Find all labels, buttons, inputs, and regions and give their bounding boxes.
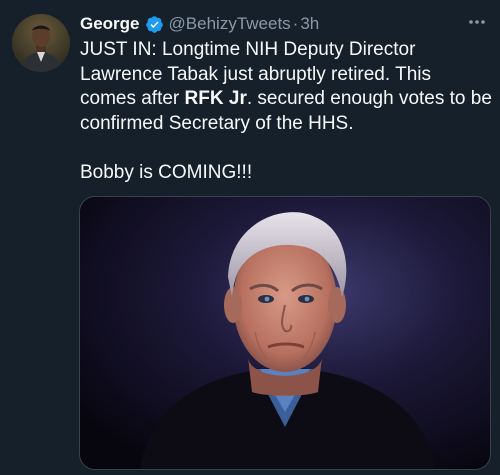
- tweet-header: George @BehizyTweets · 3h: [80, 12, 488, 36]
- author-name[interactable]: George: [80, 14, 140, 34]
- tweet-paragraph: Bobby is COMING!!!: [80, 161, 492, 186]
- verified-badge-icon: [145, 15, 164, 34]
- tweet-timestamp[interactable]: 3h: [300, 14, 319, 34]
- avatar[interactable]: [12, 14, 70, 72]
- tweet-photo[interactable]: [79, 196, 491, 470]
- more-options-icon[interactable]: [466, 14, 488, 30]
- mention-rfk-jr: RFK Jr: [184, 88, 247, 110]
- tweet-text-part: Bobby is COMING!!!: [80, 161, 253, 183]
- portrait-image: [80, 197, 490, 469]
- tweet-paragraph: JUST IN: Longtime NIH Deputy Director La…: [80, 38, 492, 136]
- tweet-body: JUST IN: Longtime NIH Deputy Director La…: [80, 38, 492, 186]
- time-separator: ·: [292, 14, 299, 33]
- avatar-image: [12, 14, 70, 72]
- author-handle[interactable]: @BehizyTweets: [169, 14, 291, 34]
